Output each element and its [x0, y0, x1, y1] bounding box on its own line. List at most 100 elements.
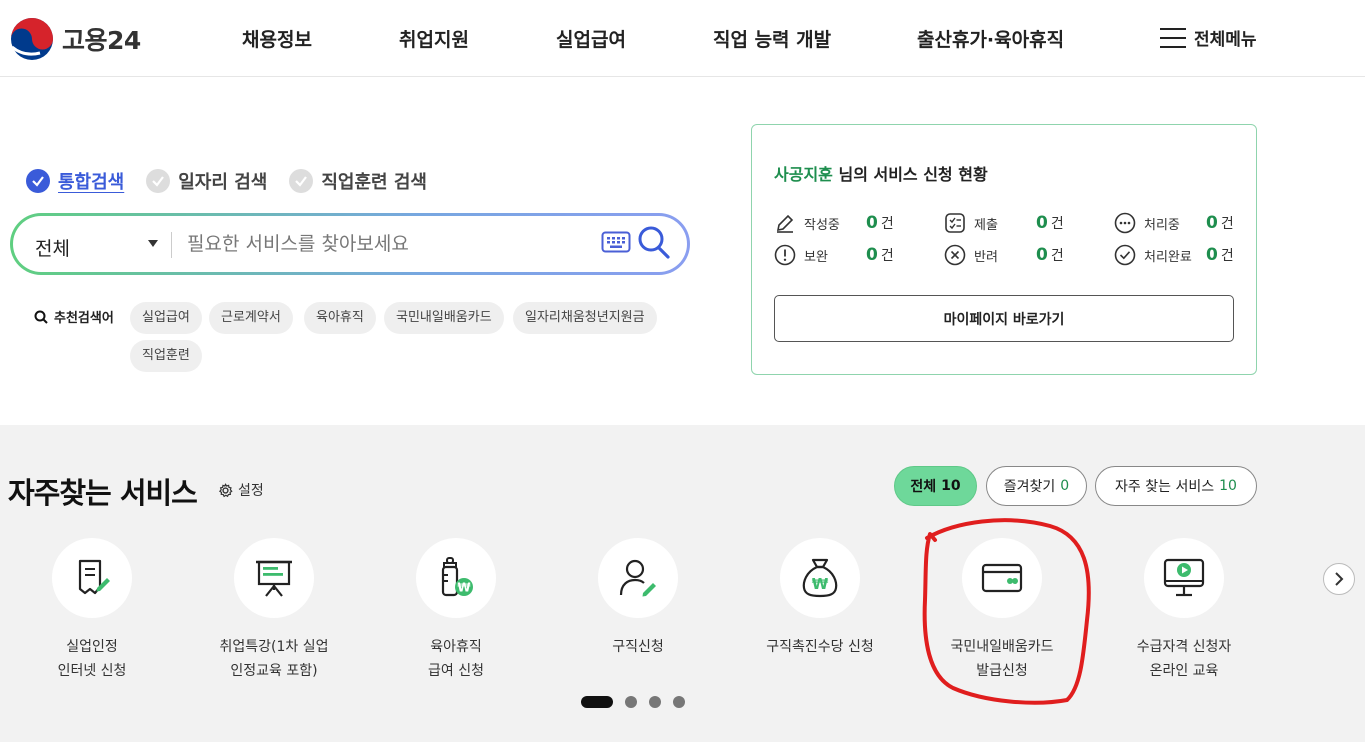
nav-job-info[interactable]: 채용정보: [242, 25, 312, 52]
keyword-chip[interactable]: 국민내일배움카드: [384, 302, 504, 334]
keyword-chip[interactable]: 근로계약서: [209, 302, 293, 334]
check-circle-icon: [289, 169, 314, 193]
settings-button[interactable]: 설정: [218, 480, 264, 500]
person-pen-icon: [619, 559, 656, 597]
exclamation-circle-icon: [774, 244, 796, 266]
carousel-dot[interactable]: [625, 696, 637, 708]
filter-label: 전체: [910, 479, 937, 495]
stat-unit: 건: [1050, 216, 1064, 232]
stat-count: 0: [1036, 213, 1048, 233]
frequent-services-section: 자주찾는 서비스 설정 전체 10 즐겨찾기 0 자주 찾는 서비스 10 실업…: [0, 425, 1365, 742]
presentation-board-icon: [256, 560, 292, 597]
stat-count: 0: [1206, 245, 1218, 265]
stat-unit: 건: [1220, 216, 1234, 232]
filter-favorites[interactable]: 즐겨찾기 0: [986, 466, 1087, 506]
svg-text:₩: ₩: [812, 575, 829, 593]
keyword-chip[interactable]: 직업훈련: [130, 340, 202, 372]
stat-count: 0: [866, 245, 878, 265]
service-label-line: 구직신청: [612, 639, 664, 655]
service-status-card: 사공지훈 님의 서비스 신청 현황 작성중 0 건 제출 0 건 처리중 0 건…: [751, 124, 1257, 375]
service-job-application[interactable]: 구직신청: [548, 538, 728, 659]
stat-label: 보완: [804, 249, 828, 265]
service-icon-circle: [598, 538, 678, 618]
service-label: 육아휴직 급여 신청: [366, 635, 546, 683]
stat-processing[interactable]: 처리중 0 건: [1114, 212, 1234, 234]
service-parental-leave-benefit[interactable]: ₩ 육아휴직 급여 신청: [366, 538, 546, 683]
stat-drafting[interactable]: 작성중 0 건: [774, 212, 894, 234]
carousel-dot[interactable]: [673, 696, 685, 708]
stat-submitted[interactable]: 제출 0 건: [944, 212, 1064, 234]
nav-employment-support[interactable]: 취업지원: [399, 25, 469, 52]
service-online-education[interactable]: 수급자격 신청자 온라인 교육: [1094, 538, 1274, 683]
service-unemployment-recognition[interactable]: 실업인정 인터넷 신청: [2, 538, 182, 683]
stat-label: 처리중: [1144, 217, 1180, 233]
filter-frequent[interactable]: 자주 찾는 서비스 10: [1095, 466, 1257, 506]
service-label: 취업특강(1차 실업 인정교육 포함): [184, 635, 364, 683]
tab-integrated-search[interactable]: 통합검색: [26, 168, 124, 194]
checklist-icon: [945, 213, 965, 233]
service-icon-circle: ₩: [780, 538, 860, 618]
search-icon: [34, 310, 48, 324]
caret-down-icon[interactable]: [148, 240, 158, 247]
search-tabs: 통합검색 일자리 검색 직업훈련 검색: [26, 168, 427, 194]
filter-label: 즐겨찾기: [1003, 479, 1056, 495]
search-input[interactable]: [187, 228, 587, 260]
stat-count: 0: [866, 213, 878, 233]
header: 고용24 채용정보 취업지원 실업급여 직업 능력 개발 출산휴가·육아휴직 전…: [0, 0, 1365, 77]
stat-supplement[interactable]: 보완 0 건: [774, 244, 894, 266]
keyword-chip[interactable]: 실업급여: [130, 302, 202, 334]
document-pen-icon: [78, 559, 110, 595]
stat-count: 0: [1036, 245, 1048, 265]
stat-unit: 건: [1050, 248, 1064, 264]
logo[interactable]: 고용24: [10, 17, 141, 61]
service-label-line: 인정교육 포함): [230, 663, 318, 679]
svg-text:₩: ₩: [457, 581, 471, 595]
x-circle-icon: [944, 244, 966, 266]
search-inner: 전체: [13, 216, 687, 272]
nav-unemployment-benefit[interactable]: 실업급여: [556, 25, 626, 52]
keyword-chip[interactable]: 육아휴직: [304, 302, 376, 334]
hamburger-icon: [1160, 27, 1186, 48]
gear-icon: [218, 482, 233, 497]
service-label: 국민내일배움카드 발급신청: [912, 635, 1092, 683]
service-job-lecture[interactable]: 취업특강(1차 실업 인정교육 포함): [184, 538, 364, 683]
service-icon-circle: [52, 538, 132, 618]
search-category-select[interactable]: 전체: [35, 234, 70, 261]
service-label-line: 육아휴직: [430, 639, 482, 655]
filter-all[interactable]: 전체 10: [894, 466, 977, 506]
search-box: 전체: [10, 213, 690, 275]
ellipsis-circle-icon: [1114, 212, 1136, 234]
tab-training-search[interactable]: 직업훈련 검색: [289, 168, 427, 194]
nav-vocational-training[interactable]: 직업 능력 개발: [713, 25, 831, 52]
mypage-button[interactable]: 마이페이지 바로가기: [774, 295, 1234, 342]
tab-job-search[interactable]: 일자리 검색: [146, 168, 267, 194]
full-menu-button[interactable]: 전체메뉴: [1160, 25, 1257, 50]
service-label-line: 취업특강(1차 실업: [219, 639, 329, 655]
keyword-chip[interactable]: 일자리채움청년지원금: [513, 302, 657, 334]
service-icon-circle: [1144, 538, 1224, 618]
nav-maternity-parental-leave[interactable]: 출산휴가·육아휴직: [917, 25, 1064, 52]
carousel-next-button[interactable]: [1323, 563, 1355, 595]
service-label-line: 온라인 교육: [1149, 663, 1219, 679]
baby-bottle-won-icon: ₩: [441, 557, 473, 597]
monitor-play-icon: [1163, 558, 1205, 597]
stat-rejected[interactable]: 반려 0 건: [944, 244, 1064, 266]
search-icon[interactable]: [638, 226, 670, 260]
service-job-promotion-allowance[interactable]: ₩ 구직촉진수당 신청: [730, 538, 910, 659]
carousel-dot[interactable]: [581, 696, 613, 708]
service-label: 실업인정 인터넷 신청: [2, 635, 182, 683]
service-label-line: 실업인정: [66, 639, 118, 655]
user-name: 사공지훈: [774, 165, 833, 184]
service-label: 수급자격 신청자 온라인 교육: [1094, 635, 1274, 683]
keyboard-icon[interactable]: [601, 231, 631, 253]
stat-completed[interactable]: 처리완료 0 건: [1114, 244, 1234, 266]
service-national-learning-card[interactable]: 국민내일배움카드 발급신청: [912, 538, 1092, 683]
service-label-line: 국민내일배움카드: [950, 639, 1054, 655]
service-label: 구직촉진수당 신청: [730, 635, 910, 659]
carousel-pagination: [581, 696, 685, 708]
check-circle-icon: [146, 169, 171, 193]
stat-label: 처리완료: [1144, 249, 1192, 265]
carousel-dot[interactable]: [649, 696, 661, 708]
stat-label: 작성중: [804, 217, 840, 233]
section-title: 자주찾는 서비스: [8, 476, 198, 510]
